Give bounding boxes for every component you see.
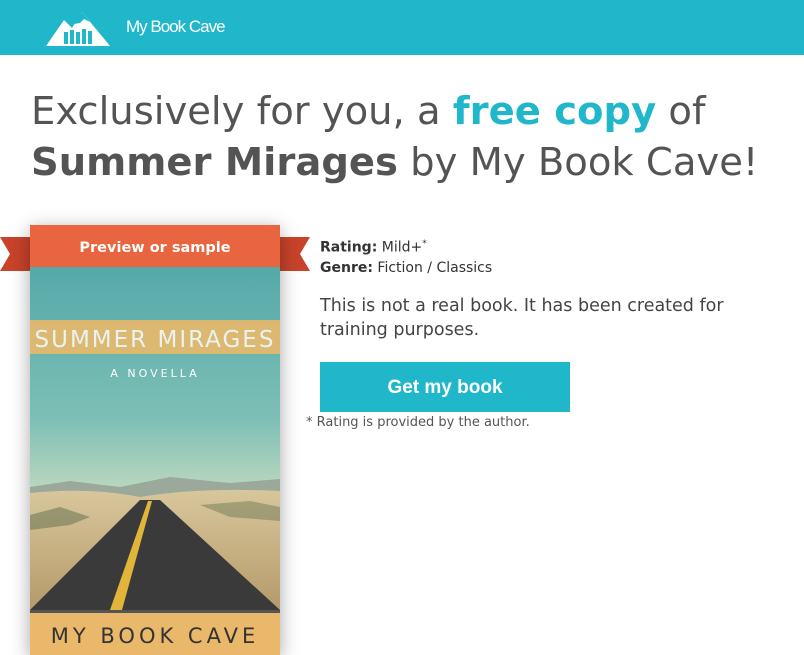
- brand-name[interactable]: My Book Cave: [126, 17, 226, 37]
- preview-ribbon-label[interactable]: Preview or sample: [30, 229, 280, 271]
- genre-row: Genre: Fiction / Classics: [320, 258, 492, 278]
- page-headline: Exclusively for you, a free copy of Summe…: [31, 86, 791, 188]
- rating-label: Rating:: [320, 239, 378, 256]
- book-details: Rating: Mild+* Genre: Fiction / Classics: [320, 234, 492, 278]
- mountain-books-logo-icon[interactable]: [44, 8, 112, 48]
- book-description: This is not a real book. It has been cre…: [320, 296, 724, 340]
- genre-value: Fiction / Classics: [377, 259, 493, 276]
- rating-row: Rating: Mild+*: [320, 234, 492, 258]
- cover-author: MY BOOK CAVE: [51, 624, 259, 648]
- cover-subtitle: A NOVELLA: [110, 367, 199, 380]
- cover-title: SUMMER MIRAGES: [35, 327, 276, 353]
- headline-book-title: Summer Mirages: [31, 140, 398, 185]
- genre-label: Genre:: [320, 259, 373, 276]
- headline-intro: Exclusively for you, a: [31, 89, 453, 134]
- book-cover-panel: SUMMER MIRAGES A NOVELLA MY BOOK CAVE Pr…: [0, 225, 310, 655]
- rating-value: Mild+: [381, 239, 423, 256]
- rating-footnote: * Rating is provided by the author.: [306, 415, 530, 430]
- top-bar: My Book Cave: [0, 0, 804, 55]
- footnote-asterisk: *: [306, 415, 313, 430]
- get-my-book-button[interactable]: Get my book: [320, 362, 570, 412]
- rating-asterisk: *: [422, 239, 427, 249]
- book-cover-image[interactable]: SUMMER MIRAGES A NOVELLA MY BOOK CAVE: [30, 225, 280, 655]
- headline-by-author: by My Book Cave!: [397, 140, 759, 185]
- headline-free-copy: free copy: [452, 89, 657, 134]
- footnote-text: Rating is provided by the author.: [316, 415, 530, 430]
- headline-of: of: [656, 89, 706, 134]
